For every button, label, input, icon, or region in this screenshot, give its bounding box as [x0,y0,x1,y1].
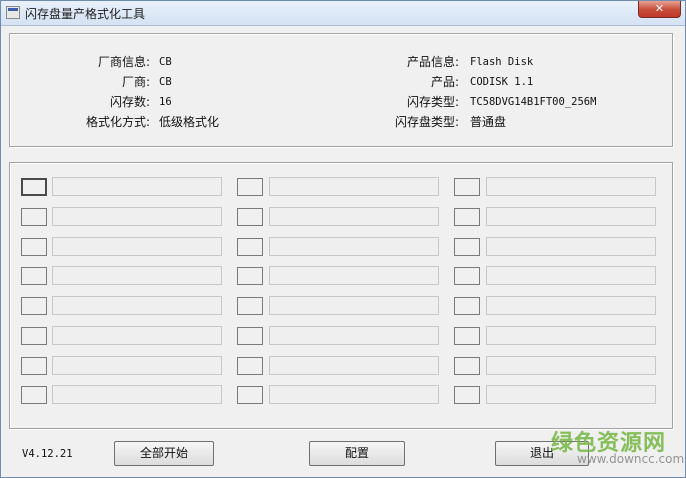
port-slot-status-24 [486,385,656,404]
product-value: CODISK 1.1 [470,76,534,88]
port-slot-status-21 [486,296,656,315]
port-slot-status-10 [269,207,439,226]
config-button[interactable]: 配置 [309,441,405,466]
vendor-value: CB [159,76,172,88]
close-button[interactable]: ✕ [638,1,681,18]
product-info-label: 产品信息: [406,55,459,69]
watermark-url: www.downcc.com [577,452,685,466]
disk-type-value: 普通盘 [470,115,507,129]
port-slot-status-1 [52,177,222,196]
port-slot-status-12 [269,266,439,285]
port-slot-status-13 [269,296,439,315]
close-icon: ✕ [654,2,665,15]
version-label: V4.12.21 [22,448,73,460]
port-slot-checkbox-16[interactable] [237,386,263,404]
port-slot-checkbox-15[interactable] [237,357,263,375]
format-mode-value: 低级格式化 [159,115,220,129]
port-slot-checkbox-10[interactable] [237,208,263,226]
port-slot-status-19 [486,237,656,256]
product-label: 产品: [430,75,459,89]
port-slot-checkbox-17[interactable] [454,178,480,196]
port-slot-checkbox-5[interactable] [21,297,47,315]
port-slot-status-2 [52,207,222,226]
port-slot-checkbox-11[interactable] [237,238,263,256]
port-slot-checkbox-3[interactable] [21,238,47,256]
port-slot-status-3 [52,237,222,256]
watermark: 绿色资源网 www.downcc.com [551,425,684,473]
port-slot-status-18 [486,207,656,226]
flash-type-value: TC58DVG14B1FT00_256M [470,96,597,108]
port-slot-checkbox-12[interactable] [237,267,263,285]
port-slot-status-23 [486,356,656,375]
port-slot-status-11 [269,237,439,256]
port-slot-checkbox-4[interactable] [21,267,47,285]
port-slot-checkbox-21[interactable] [454,297,480,315]
port-slot-status-4 [52,266,222,285]
port-slot-status-16 [269,385,439,404]
port-slot-status-5 [52,296,222,315]
port-slot-status-14 [269,326,439,345]
port-slot-checkbox-19[interactable] [454,238,480,256]
port-slot-checkbox-22[interactable] [454,327,480,345]
port-slot-status-9 [269,177,439,196]
disk-type-label: 闪存盘类型: [394,115,459,129]
flash-count-label: 闪存数: [109,95,150,109]
port-slot-checkbox-20[interactable] [454,267,480,285]
flash-count-value: 16 [159,96,172,108]
start-all-button[interactable]: 全部开始 [114,441,214,466]
port-slot-status-20 [486,266,656,285]
window-title: 闪存盘量产格式化工具 [25,7,146,21]
port-slot-status-15 [269,356,439,375]
port-slot-checkbox-18[interactable] [454,208,480,226]
vendor-label: 厂商: [121,75,150,89]
main-window: 闪存盘量产格式化工具 ✕ 厂商信息: CB 厂商: CB 闪存数: 16 格式化… [0,0,686,478]
port-slot-status-17 [486,177,656,196]
flash-type-label: 闪存类型: [406,95,459,109]
port-slot-status-8 [52,385,222,404]
port-slot-checkbox-7[interactable] [21,357,47,375]
port-slot-checkbox-9[interactable] [237,178,263,196]
port-slot-checkbox-1[interactable] [21,178,47,196]
vendor-info-value: CB [159,56,172,68]
port-slot-status-22 [486,326,656,345]
port-slot-checkbox-8[interactable] [21,386,47,404]
format-mode-label: 格式化方式: [85,115,150,129]
title-bar[interactable]: 闪存盘量产格式化工具 ✕ [1,1,685,26]
port-slot-checkbox-14[interactable] [237,327,263,345]
port-slot-status-7 [52,356,222,375]
app-window-icon [6,6,20,19]
port-slot-checkbox-2[interactable] [21,208,47,226]
product-info-value: Flash Disk [470,56,534,68]
port-slot-checkbox-23[interactable] [454,357,480,375]
port-slot-status-6 [52,326,222,345]
port-slot-checkbox-6[interactable] [21,327,47,345]
port-slot-checkbox-24[interactable] [454,386,480,404]
vendor-info-label: 厂商信息: [97,55,150,69]
port-slot-checkbox-13[interactable] [237,297,263,315]
